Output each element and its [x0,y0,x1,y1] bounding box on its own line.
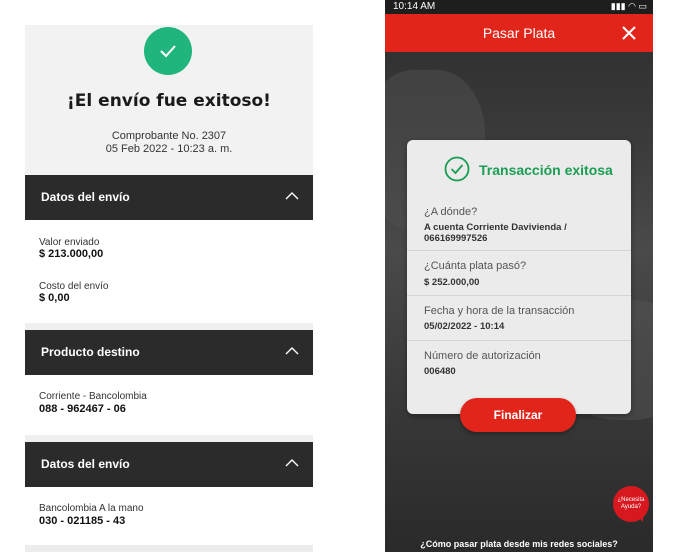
success-header: ¡El envío fue exitoso! Comprobante No. 2… [25,25,313,175]
divider [25,323,313,330]
section-datos-envio-2-header[interactable]: Datos del envío [25,442,313,487]
destination-value: A cuenta Corriente Davivienda / 06616999… [424,222,567,244]
receipt-info: Comprobante No. 2307 05 Feb 2022 - 10:23… [25,130,313,156]
source-account-label: Bancolombia A la mano [39,503,144,514]
section-producto-destino-body: Corriente - Bancolombia 088 - 962467 - 0… [25,375,313,435]
left-receipt-panel: ¡El envío fue exitoso! Comprobante No. 2… [25,0,313,552]
section-datos-envio-header[interactable]: Datos del envío [25,175,313,220]
finish-button[interactable]: Finalizar [460,398,576,432]
phone-screen: 10:14 AM ▮▮▮ ◠ ▭ Pasar Plata Transacción… [385,0,653,552]
section-datos-envio-body: Valor enviado $ 213.000,00 Costo del env… [25,220,313,323]
section-datos-envio-2-body: Bancolombia A la mano 030 - 021185 - 43 [25,487,313,545]
header-title: Pasar Plata [482,25,556,41]
divider [407,250,631,251]
transaction-card: Transacción exitosa ¿A dónde? A cuenta C… [407,140,631,414]
app-header: Pasar Plata [385,14,653,52]
cost-value: $ 0,00 [39,292,70,304]
authorization-value: 006480 [424,366,456,377]
sent-value: $ 213.000,00 [39,248,104,260]
card-header: Transacción exitosa [407,154,631,186]
divider [25,435,313,442]
status-icons: ▮▮▮ ◠ ▭ [610,1,647,11]
account-type-label: Corriente - Bancolombia [39,391,147,402]
receipt-number: Comprobante No. 2307 [111,130,227,142]
close-icon[interactable] [619,23,639,43]
receipt-date: 05 Feb 2022 - 10:23 a. m. [105,143,233,155]
chevron-up-icon[interactable] [285,345,299,359]
amount-label: ¿Cuánta plata pasó? [424,260,527,272]
card-title: Transacción exitosa [479,162,613,178]
authorization-label: Número de autorización [424,350,541,362]
destination-label: ¿A dónde? [424,206,478,218]
datetime-value: 05/02/2022 - 10:14 [424,321,505,332]
chevron-up-icon[interactable] [285,190,299,204]
section-title: Datos del envío [41,457,130,471]
divider [407,295,631,296]
status-time: 10:14 AM [393,1,436,12]
status-bar: 10:14 AM ▮▮▮ ◠ ▭ [385,0,653,14]
chevron-up-icon[interactable] [285,457,299,471]
section-producto-destino-header[interactable]: Producto destino [25,330,313,375]
check-circle-icon [444,156,470,182]
datetime-label: Fecha y hora de la transacción [424,305,575,317]
cost-label: Costo del envío [39,281,109,292]
source-account-number: 030 - 021185 - 43 [39,515,126,527]
divider [407,340,631,341]
sent-value-label: Valor enviado [39,237,100,248]
divider [25,545,313,552]
page-title: ¡El envío fue exitoso! [67,91,271,111]
help-chat-button[interactable]: ¿Necesita Ayuda? [613,486,649,522]
section-title: Datos del envío [41,190,130,204]
success-check-icon [144,27,192,75]
section-title: Producto destino [41,345,140,359]
account-number: 088 - 962467 - 06 [39,403,126,415]
social-help-link[interactable]: ¿Cómo pasar plata desde mis redes social… [385,539,653,549]
amount-value: $ 252.000,00 [424,277,480,288]
help-bubble-tail [637,515,643,522]
